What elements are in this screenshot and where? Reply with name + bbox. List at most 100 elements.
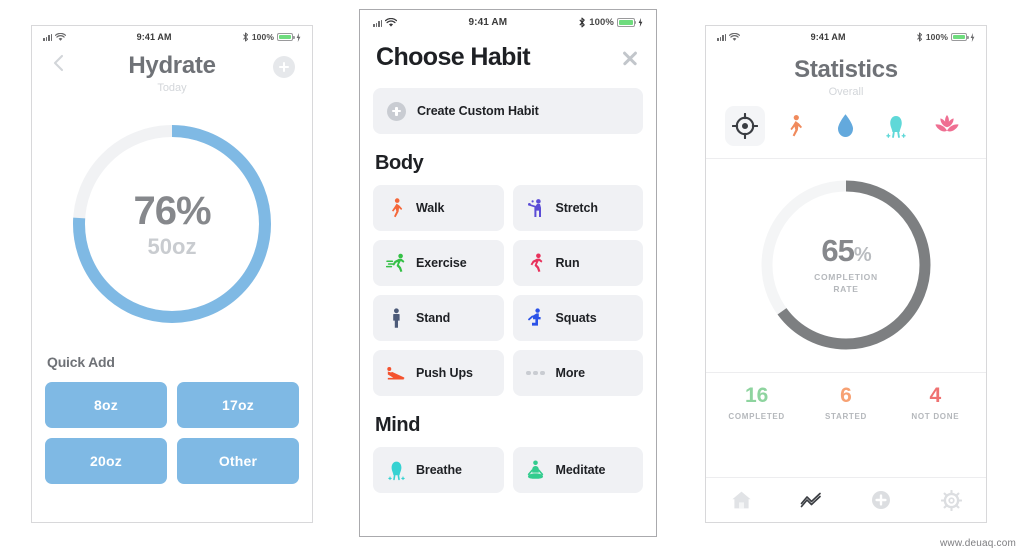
habit-item-breathe[interactable]: Breathe	[373, 447, 504, 493]
filter-walk[interactable]	[776, 106, 816, 146]
completion-rate-caption: COMPLETION RATE	[814, 272, 878, 295]
wifi-icon	[55, 32, 67, 41]
habit-item-exercise[interactable]: Exercise	[373, 240, 504, 286]
plus-circle-icon	[387, 101, 406, 121]
hydrate-header: Hydrate Today	[32, 44, 312, 102]
phone-statistics-screen: 9:41 AM 100% Statistics Overall 65% COMP…	[705, 25, 987, 523]
page-subtitle: Today	[157, 82, 187, 94]
habit-item-stretch[interactable]: Stretch	[512, 185, 643, 231]
close-icon[interactable]	[620, 48, 640, 68]
more-dots-icon	[526, 362, 546, 384]
page-title: Statistics	[794, 56, 898, 83]
habit-item-meditate[interactable]: Meditate	[512, 447, 643, 493]
chevron-left-icon[interactable]	[50, 54, 68, 72]
cellular-signal-icon	[373, 18, 383, 27]
breathe-icon	[886, 115, 907, 138]
habit-item-squats[interactable]: Squats	[512, 295, 643, 341]
page-title: Choose Habit	[376, 43, 531, 71]
chart-icon	[800, 492, 821, 508]
filter-mindfulness[interactable]	[927, 106, 967, 146]
status-bar-time: 9:41 AM	[468, 17, 508, 28]
status-bar-right: 100%	[916, 32, 975, 42]
plus-icon	[872, 491, 890, 509]
status-bar-left	[373, 17, 398, 28]
habit-label: Stand	[416, 311, 451, 325]
habit-label: Stretch	[555, 201, 598, 215]
habit-label: More	[555, 366, 586, 380]
page-title: Hydrate	[128, 52, 216, 79]
quick-add-button-2[interactable]: 17oz	[177, 382, 299, 428]
breathe-icon	[386, 459, 406, 481]
status-bar: 9:41 AM 100%	[706, 26, 986, 44]
stretch-icon	[526, 197, 546, 219]
cellular-signal-icon	[717, 33, 727, 41]
statistics-filter-row	[706, 98, 986, 159]
habit-label: Squats	[555, 311, 597, 325]
create-custom-habit-label: Create Custom Habit	[417, 104, 539, 118]
habit-label: Meditate	[555, 463, 606, 477]
home-icon	[731, 491, 751, 509]
habit-item-run[interactable]: Run	[512, 240, 643, 286]
page-subtitle: Overall	[828, 86, 864, 98]
completion-ring-center: 65% COMPLETION RATE	[757, 176, 935, 354]
percent-sign: %	[853, 244, 872, 267]
tab-statistics[interactable]	[796, 487, 826, 513]
walk-icon	[790, 115, 803, 137]
create-custom-habit-button[interactable]: Create Custom Habit	[373, 88, 643, 134]
battery-icon	[951, 33, 969, 41]
filter-hydrate[interactable]	[826, 106, 866, 146]
meditate-icon	[526, 459, 546, 481]
tab-home[interactable]	[726, 487, 756, 513]
charging-bolt-icon	[296, 32, 301, 42]
habit-grid-body: Walk Stretch Exercise Run Stand Squats P…	[360, 175, 656, 396]
filter-breathe[interactable]	[876, 106, 916, 146]
quick-add-button-3[interactable]: 20oz	[45, 438, 167, 484]
statistics-counts-row: 16 COMPLETED 6 STARTED 4 NOT DONE	[706, 372, 986, 429]
habit-item-more[interactable]: More	[512, 350, 643, 396]
status-bar-right: 100%	[242, 32, 301, 42]
cellular-signal-icon	[43, 33, 53, 41]
habit-item-stand[interactable]: Stand	[373, 295, 504, 341]
bluetooth-icon	[242, 32, 248, 42]
count-completed: 16 COMPLETED	[712, 385, 801, 421]
habit-item-walk[interactable]: Walk	[373, 185, 504, 231]
completion-percent-number: 65	[821, 233, 854, 269]
phone-hydrate-screen: 9:41 AM 100% Hydrate Today 76% 50oz Quic…	[31, 25, 313, 523]
count-started-value: 6	[840, 384, 852, 407]
pushups-icon	[386, 362, 406, 384]
habit-grid-mind: Breathe Meditate	[360, 437, 656, 493]
filter-target-overall[interactable]	[725, 106, 766, 146]
status-bar-right: 100%	[578, 17, 643, 28]
hydrate-ring-center: 76% 50oz	[68, 120, 276, 328]
status-bar: 9:41 AM 100%	[360, 10, 656, 31]
quick-add-label: Quick Add	[47, 354, 115, 370]
choose-habit-header: Choose Habit	[360, 31, 656, 72]
habit-label: Walk	[416, 201, 445, 215]
tab-add[interactable]	[866, 487, 896, 513]
walk-icon	[386, 197, 406, 219]
habit-item-push-ups[interactable]: Push Ups	[373, 350, 504, 396]
count-not-done-value: 4	[929, 384, 942, 407]
count-completed-value: 16	[744, 384, 769, 407]
charging-bolt-icon	[970, 32, 975, 42]
hydrate-amount-value: 50oz	[147, 233, 197, 259]
battery-percent-label: 100%	[251, 32, 274, 42]
section-title-body: Body	[375, 152, 424, 174]
status-bar-left	[717, 32, 741, 42]
status-bar-time: 9:41 AM	[810, 32, 846, 42]
quick-add-button-1[interactable]: 8oz	[45, 382, 167, 428]
wifi-icon	[729, 32, 741, 41]
lotus-icon	[935, 115, 959, 132]
watermark: www.deuaq.com	[940, 538, 1016, 549]
habit-label: Breathe	[416, 463, 462, 477]
tab-settings[interactable]	[936, 487, 966, 513]
target-icon	[732, 113, 759, 139]
hydrate-percent-value: 76%	[133, 188, 211, 233]
status-bar-left	[43, 32, 67, 42]
settings-gear-icon	[940, 489, 962, 511]
add-entry-button[interactable]	[273, 56, 295, 78]
quick-add-button-4[interactable]: Other	[177, 438, 299, 484]
bluetooth-icon	[916, 32, 922, 42]
habit-label: Run	[555, 256, 580, 270]
water-drop-icon	[838, 114, 854, 137]
